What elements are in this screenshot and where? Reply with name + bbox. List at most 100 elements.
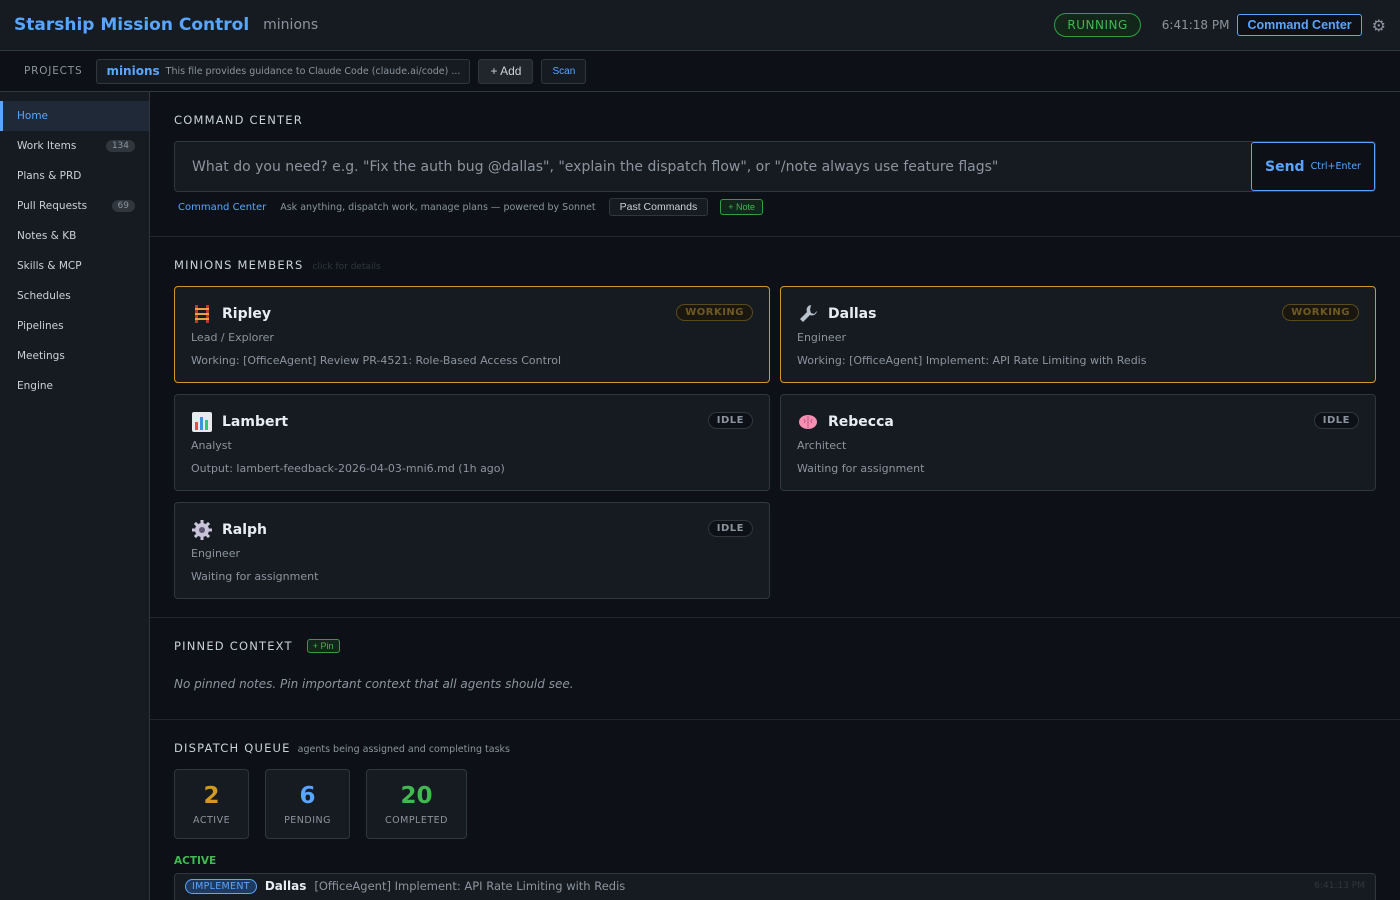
sidebar-item-label: Pipelines [17,320,64,332]
clock: 6:41:18 PM [1161,18,1230,32]
member-status-badge: IDLE [1313,412,1359,429]
brain-icon [797,411,819,433]
command-center-footer: Command Center Ask anything, dispatch wo… [174,198,1376,216]
member-header: Ralph [191,519,753,541]
project-chip-minions[interactable]: minions This file provides guidance to C… [96,58,471,84]
sidebar-item-label: Home [17,110,49,122]
command-center-link[interactable]: Command Center [178,202,266,213]
member-name: Rebecca [828,414,894,430]
projects-bar: PROJECTS minions This file provides guid… [0,51,1400,92]
member-header: Lambert [191,411,753,433]
member-status-badge: IDLE [707,520,753,537]
member-task: Waiting for assignment [191,570,319,583]
member-card-rebecca[interactable]: Rebecca Architect Waiting for assignment… [780,394,1376,491]
member-role: Engineer [797,331,846,344]
add-project-button[interactable]: + Add [478,58,534,84]
member-status-badge: WORKING [1282,304,1359,321]
sidebar-item-work-items[interactable]: Work Items 134 [0,131,149,161]
member-name: Ripley [222,306,272,322]
top-bar: Starship Mission Control minions RUNNING… [0,0,1400,51]
command-center-title: COMMAND CENTER [174,113,303,127]
members-title-row: MINIONS MEMBERS click for details [174,258,1376,272]
stat-card-pending: 6 PENDING [265,769,351,839]
member-status-badge: WORKING [676,304,753,321]
stat-label-pending: PENDING [284,814,332,826]
members-hint: click for details [312,262,381,272]
member-card-lambert[interactable]: Lambert Analyst Output: lambert-feedback… [174,394,770,491]
member-task: Working: [OfficeAgent] Implement: API Ra… [797,354,1147,367]
project-chip-description: This file provides guidance to Claude Co… [165,65,461,77]
sidebar-item-label: Plans & PRD [17,170,82,182]
member-task: Working: [OfficeAgent] Review PR-4521: R… [191,354,562,367]
past-commands-button[interactable]: Past Commands [608,198,709,216]
pinned-context-section: PINNED CONTEXT + Pin No pinned notes. Pi… [150,618,1400,720]
member-card-ralph[interactable]: Ralph Engineer Waiting for assignment ID… [174,502,770,599]
stat-value-completed: 20 [400,782,433,809]
pinned-title: PINNED CONTEXT [174,639,293,653]
command-center-section: COMMAND CENTER Send Ctrl+Enter Command C… [150,92,1400,237]
dispatch-title: DISPATCH QUEUE [174,741,291,755]
sidebar: Home Work Items 134 Plans & PRD Pull Req… [0,92,150,900]
sidebar-item-plans[interactable]: Plans & PRD [0,161,149,191]
app-title[interactable]: Starship Mission Control [14,15,249,35]
member-role: Engineer [191,547,240,560]
sidebar-item-notes[interactable]: Notes & KB [0,221,149,251]
member-card-dallas[interactable]: Dallas Engineer Working: [OfficeAgent] I… [780,286,1376,383]
bar-chart-icon [191,411,213,433]
member-name: Dallas [828,306,877,322]
ladder-icon [191,303,213,325]
add-note-button[interactable]: + Note [720,199,764,215]
sidebar-item-label: Skills & MCP [17,260,82,272]
project-chip-name: minions [106,64,160,78]
add-pin-button[interactable]: + Pin [306,639,340,653]
sidebar-item-label: Work Items [17,140,77,152]
scan-projects-button[interactable]: Scan [541,58,587,84]
pinned-empty-message: No pinned notes. Pin important context t… [174,677,574,691]
dispatch-title-row: DISPATCH QUEUE agents being assigned and… [174,741,1376,755]
gear-icon [191,519,213,541]
command-center-button[interactable]: Command Center [1237,14,1362,36]
send-button[interactable]: Send Ctrl+Enter [1251,142,1375,191]
member-task: Waiting for assignment [797,462,925,475]
queue-row[interactable]: IMPLEMENT Dallas [OfficeAgent] Implement… [174,873,1376,900]
current-project-name: minions [263,17,319,33]
pinned-title-row: PINNED CONTEXT + Pin [174,639,1376,653]
member-name: Lambert [222,414,289,430]
dispatch-queue-section: DISPATCH QUEUE agents being assigned and… [150,720,1400,900]
member-role: Lead / Explorer [191,331,274,344]
main-content: COMMAND CENTER Send Ctrl+Enter Command C… [150,92,1400,900]
sidebar-item-engine[interactable]: Engine [0,371,149,401]
member-card-ripley[interactable]: Ripley Lead / Explorer Working: [OfficeA… [174,286,770,383]
wrench-icon [797,303,819,325]
member-status-badge: IDLE [707,412,753,429]
members-section: MINIONS MEMBERS click for details Ripley… [150,237,1400,618]
queue-time: 6:41:13 PM [1314,881,1365,891]
sidebar-item-skills[interactable]: Skills & MCP [0,251,149,281]
command-box: Send Ctrl+Enter [174,141,1376,192]
sidebar-item-label: Engine [17,380,53,392]
sidebar-item-pipelines[interactable]: Pipelines [0,311,149,341]
members-title: MINIONS MEMBERS [174,258,304,272]
projects-label: PROJECTS [24,65,83,77]
command-center-description: Ask anything, dispatch work, manage plan… [280,201,596,213]
stat-card-active: 2 ACTIVE [174,769,250,839]
work-items-count-badge: 134 [105,140,135,152]
queue-type-badge: IMPLEMENT [185,878,257,894]
sidebar-item-pull-requests[interactable]: Pull Requests 69 [0,191,149,221]
stat-value-pending: 6 [299,782,316,809]
sidebar-item-home[interactable]: Home [0,101,149,131]
stat-card-completed: 20 COMPLETED [366,769,467,839]
sidebar-item-label: Meetings [17,350,65,362]
sidebar-item-schedules[interactable]: Schedules [0,281,149,311]
sidebar-item-label: Notes & KB [17,230,77,242]
dispatch-hint: agents being assigned and completing tas… [297,744,511,755]
stat-value-active: 2 [203,782,220,809]
member-grid: Ripley Lead / Explorer Working: [OfficeA… [174,286,1376,599]
member-header: Ripley [191,303,753,325]
sidebar-item-meetings[interactable]: Meetings [0,341,149,371]
member-name: Ralph [222,522,268,538]
send-shortcut-hint: Ctrl+Enter [1310,161,1361,172]
dispatch-stats: 2 ACTIVE 6 PENDING 20 COMPLETED [174,769,1376,839]
command-input[interactable] [175,142,1251,191]
settings-gear-icon[interactable]: ⚙ [1372,16,1386,35]
